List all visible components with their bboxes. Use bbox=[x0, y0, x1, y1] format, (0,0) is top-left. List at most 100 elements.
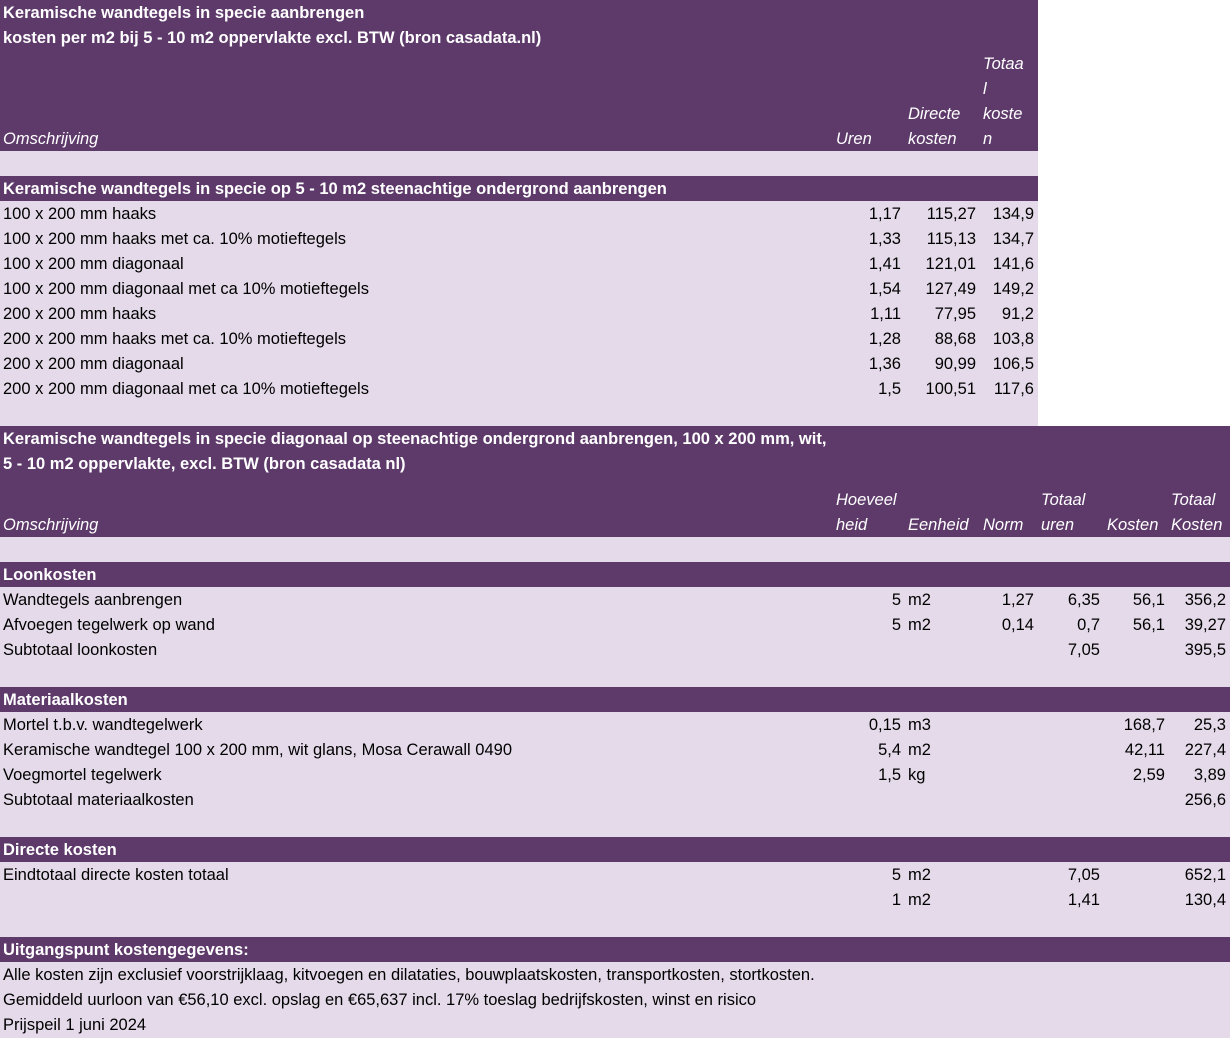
materiaal-row-totaal: 25,3 bbox=[1193, 716, 1226, 734]
table1-row-totaal: 106,5 bbox=[992, 355, 1034, 373]
materiaal-subtotal-totaal: 256,6 bbox=[1184, 791, 1226, 809]
loon-subtotal-uren: 7,05 bbox=[1067, 641, 1100, 659]
table1-row-label: 100 x 200 mm diagonaal bbox=[3, 255, 184, 273]
table1-section-title: Keramische wandtegels in specie op 5 - 1… bbox=[3, 180, 667, 198]
directe-row-uren: 7,05 bbox=[1067, 866, 1100, 884]
table1-row-directe: 115,13 bbox=[926, 230, 976, 248]
directe-row-totaal: 652,1 bbox=[1184, 866, 1226, 884]
table2-spacer-row bbox=[0, 537, 1230, 562]
directe-row-totaal: 130,4 bbox=[1184, 891, 1226, 909]
materiaal-row-hoeveelheid: 5,4 bbox=[878, 741, 901, 759]
loon-row-totaal: 39,27 bbox=[1184, 616, 1226, 634]
table2-title: Keramische wandtegels in specie diagonaa… bbox=[3, 430, 827, 448]
materiaal-row-label: Keramische wandtegel 100 x 200 mm, wit g… bbox=[3, 741, 513, 759]
table1-row-label: 100 x 200 mm haaks bbox=[3, 205, 157, 223]
loon-row-kosten: 56,1 bbox=[1132, 591, 1165, 609]
table1-row-totaal: 117,6 bbox=[993, 380, 1034, 398]
materiaal-row-kosten: 168,7 bbox=[1123, 716, 1165, 734]
table1-row-totaal: 141,6 bbox=[992, 255, 1034, 273]
materiaalkosten-title: Materiaalkosten bbox=[3, 691, 128, 709]
table1-row-totaal: 149,2 bbox=[992, 280, 1034, 298]
table1-row-directe: 115,27 bbox=[926, 205, 976, 223]
loon-row-hoeveelheid: 5 bbox=[891, 616, 901, 634]
table1-row-label: 200 x 200 mm diagonaal bbox=[3, 355, 184, 373]
loon-row-norm: 0,14 bbox=[1001, 616, 1034, 634]
table2-col-eenheid: Eenheid bbox=[908, 516, 969, 534]
table1-col-directe-line2: kosten bbox=[908, 130, 957, 148]
table1-row-directe: 100,51 bbox=[925, 380, 976, 398]
uitgangspunt-line: Alle kosten zijn exclusief voorstrijklaa… bbox=[3, 966, 815, 984]
loon-row-label: Afvoegen tegelwerk op wand bbox=[3, 616, 215, 634]
directe-kosten-band bbox=[0, 837, 1230, 862]
table1-col-totaal-line2: l bbox=[983, 80, 987, 98]
loon-row-kosten: 56,1 bbox=[1132, 616, 1165, 634]
loon-subtotal-totaal: 395,5 bbox=[1184, 641, 1226, 659]
table2-col-totaal-kosten-line2: Kosten bbox=[1171, 516, 1223, 534]
table1-row-totaal: 134,7 bbox=[992, 230, 1034, 248]
directe-row-eenheid: m2 bbox=[908, 891, 931, 909]
table1-row-label: 200 x 200 mm haaks met ca. 10% motiefteg… bbox=[3, 330, 347, 348]
materiaal-row-eenheid: kg bbox=[908, 766, 926, 784]
loon-row-hoeveelheid: 5 bbox=[891, 591, 901, 609]
table2-col-omschrijving: Omschrijving bbox=[3, 516, 99, 534]
table1-col-totaal-line1: Totaa bbox=[983, 55, 1024, 73]
table1-row-directe: 127,49 bbox=[925, 280, 976, 298]
table1-row-uren: 1,41 bbox=[868, 255, 901, 273]
table1-row-label: 200 x 200 mm diagonaal met ca 10% motief… bbox=[3, 380, 369, 398]
loon-row-label: Wandtegels aanbrengen bbox=[3, 591, 183, 609]
table1-row-directe: 121,01 bbox=[925, 255, 976, 273]
cost-sheet: Keramische wandtegels in specie aanbreng… bbox=[0, 0, 1230, 1038]
uitgangspunt-title: Uitgangspunt kostengegevens: bbox=[3, 941, 249, 959]
table1-title: Keramische wandtegels in specie aanbreng… bbox=[3, 4, 365, 22]
table1-row-uren: 1,36 bbox=[868, 355, 901, 373]
materiaal-row-hoeveelheid: 0,15 bbox=[868, 716, 901, 734]
table1-subtitle: kosten per m2 bij 5 - 10 m2 oppervlakte … bbox=[3, 29, 542, 47]
loonkosten-band bbox=[0, 562, 1230, 587]
loonkosten-title: Loonkosten bbox=[3, 566, 97, 584]
table1-col-omschrijving: Omschrijving bbox=[3, 130, 99, 148]
table1-col-uren: Uren bbox=[836, 130, 872, 148]
table1-row-uren: 1,17 bbox=[868, 205, 901, 223]
table2-col-totaal-kosten-line1: Totaal bbox=[1171, 491, 1216, 509]
table1-col-directe-line1: Directe bbox=[908, 105, 961, 123]
table1-row-uren: 1,11 bbox=[870, 305, 901, 323]
table1-row-totaal: 91,2 bbox=[1001, 305, 1034, 323]
directe-row-label: Eindtotaal directe kosten totaal bbox=[3, 866, 229, 884]
table1-row-directe: 77,95 bbox=[934, 305, 976, 323]
table1-row-totaal: 103,8 bbox=[992, 330, 1034, 348]
materiaalkosten-band bbox=[0, 687, 1230, 712]
table1-row-uren: 1,5 bbox=[878, 380, 901, 398]
table1-row-uren: 1,54 bbox=[868, 280, 901, 298]
table2-col-hoeveelheid-line1: Hoeveel bbox=[836, 491, 897, 509]
table2-col-totaal-uren-line2: uren bbox=[1041, 516, 1075, 534]
uitgangspunt-line: Prijspeil 1 juni 2024 bbox=[3, 1016, 147, 1034]
table1-row-uren: 1,33 bbox=[868, 230, 901, 248]
loon-row-eenheid: m2 bbox=[908, 616, 931, 634]
loon-subtotal-label: Subtotaal loonkosten bbox=[3, 641, 158, 659]
table1-col-totaal-line4: n bbox=[983, 130, 993, 148]
materiaal-row-label: Mortel t.b.v. wandtegelwerk bbox=[3, 716, 203, 734]
table2-col-kosten: Kosten bbox=[1107, 516, 1159, 534]
loon-row-uren: 6,35 bbox=[1067, 591, 1100, 609]
table2-subtitle: 5 - 10 m2 oppervlakte, excl. BTW (bron c… bbox=[3, 455, 406, 473]
table1-row-label: 100 x 200 mm diagonaal met ca 10% motief… bbox=[3, 280, 369, 298]
loon-row-uren: 0,7 bbox=[1077, 616, 1100, 634]
directe-row-eenheid: m2 bbox=[908, 866, 931, 884]
materiaal-subtotal-label: Subtotaal materiaalkosten bbox=[3, 791, 194, 809]
table1-row-directe: 90,99 bbox=[934, 355, 976, 373]
materiaal-row-label: Voegmortel tegelwerk bbox=[3, 766, 162, 784]
directe-row-hoeveelheid: 1 bbox=[891, 891, 901, 909]
materiaal-row-totaal: 227,4 bbox=[1184, 741, 1226, 759]
materiaal-row-hoeveelheid: 1,5 bbox=[878, 766, 901, 784]
table1-row-uren: 1,28 bbox=[868, 330, 901, 348]
table1-row-totaal: 134,9 bbox=[992, 205, 1034, 223]
table1-row-directe: 88,68 bbox=[934, 330, 976, 348]
table2-col-totaal-uren-line1: Totaal bbox=[1041, 491, 1086, 509]
materiaal-row-kosten: 2,59 bbox=[1132, 766, 1165, 784]
directe-row-hoeveelheid: 5 bbox=[891, 866, 901, 884]
materiaal-row-totaal: 3,89 bbox=[1193, 766, 1226, 784]
loon-row-totaal: 356,2 bbox=[1184, 591, 1226, 609]
uitgangspunt-line: Gemiddeld uurloon van €56,10 excl. opsla… bbox=[3, 991, 757, 1009]
table1-row-label: 200 x 200 mm haaks bbox=[3, 305, 157, 323]
directe-kosten-title: Directe kosten bbox=[3, 841, 117, 859]
